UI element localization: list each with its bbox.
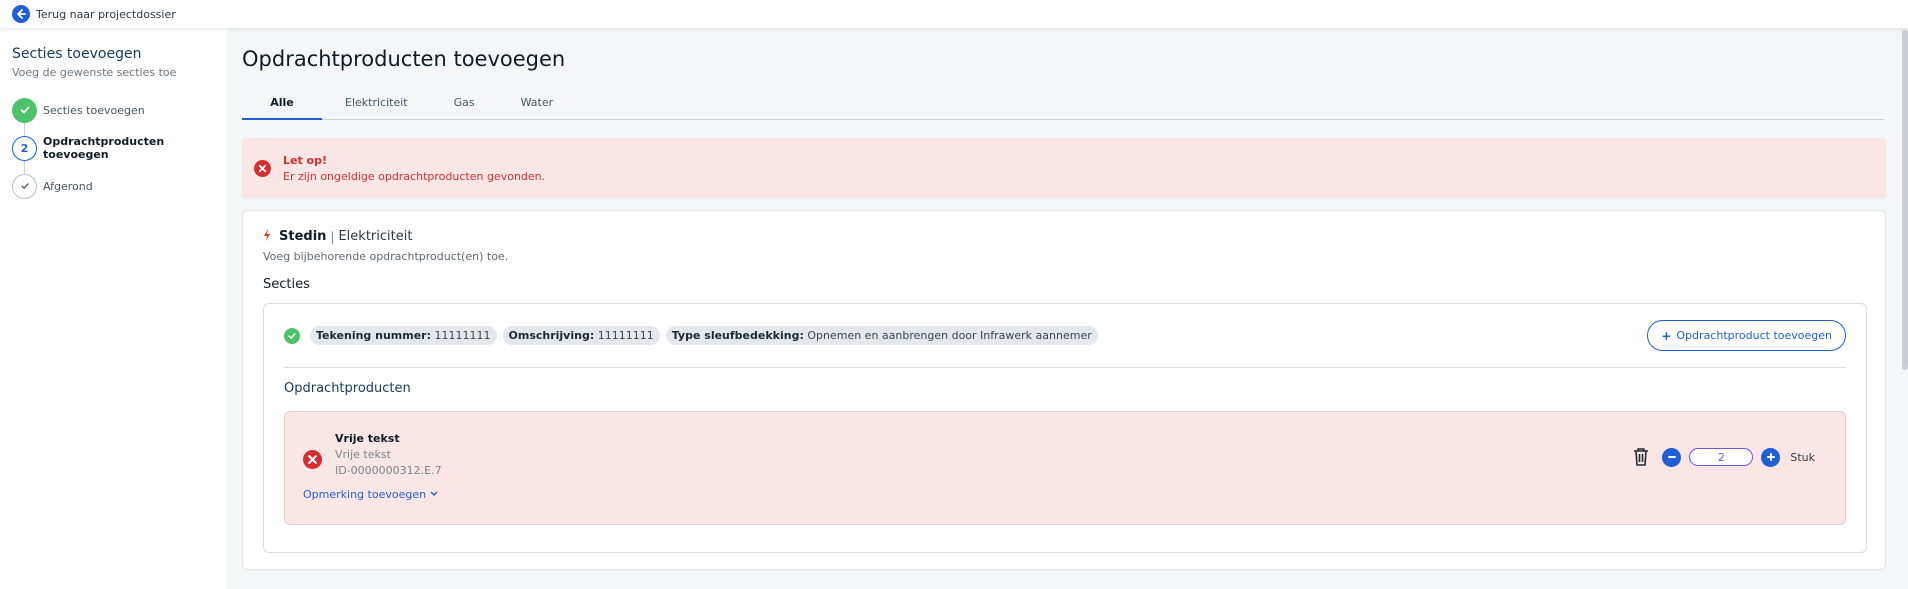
product-description: Vrije tekst — [335, 448, 391, 461]
sidebar-title: Secties toevoegen — [12, 46, 142, 62]
sidebar-subtitle: Voeg de gewenste secties toe — [12, 66, 177, 79]
quantity-input[interactable] — [1689, 448, 1754, 466]
step-list: Secties toevoegen 2 Opdrachtproducten to… — [12, 97, 215, 199]
wizard-sidebar: Secties toevoegen Voeg de gewenste secti… — [0, 28, 227, 589]
add-product-button[interactable]: + Opdrachtproduct toevoegen — [1647, 320, 1846, 351]
chip-tekening-nummer: Tekening nummer: 11111111 — [310, 326, 497, 345]
quantity-unit: Stuk — [1790, 450, 1815, 464]
product-id: ID-0000000312.E.7 — [335, 464, 442, 477]
decrease-quantity-button[interactable] — [1662, 447, 1682, 467]
error-alert: Let op! Er zijn ongeldige opdrachtproduc… — [242, 138, 1886, 198]
chip-omschrijving: Omschrijving: 11111111 — [502, 326, 660, 345]
top-bar: Terug naar projectdossier — [0, 0, 1908, 28]
network-operator-card: Stedin | Elektriciteit Voeg bijbehorende… — [242, 210, 1886, 570]
product-name: Vrije tekst — [335, 432, 400, 445]
step-opdrachtproducten-toevoegen[interactable]: 2 Opdrachtproducten toevoegen — [12, 135, 215, 161]
products-heading: Opdrachtproducten — [284, 381, 411, 396]
step-number: 2 — [12, 135, 37, 161]
trash-icon[interactable] — [1632, 447, 1650, 467]
tab-bar: Alle Elektriciteit Gas Water — [242, 93, 1884, 120]
check-icon — [12, 97, 37, 123]
check-icon — [12, 173, 37, 199]
step-label: Opdrachtproducten toevoegen — [43, 135, 165, 161]
product-row: Vrije tekst Vrije tekst ID-0000000312.E.… — [284, 411, 1846, 525]
lightning-bolt-icon — [263, 229, 271, 244]
step-afgerond: Afgerond — [12, 173, 215, 199]
scrollbar[interactable] — [1902, 30, 1908, 370]
step-label: Secties toevoegen — [43, 103, 145, 117]
error-icon — [303, 450, 322, 469]
section-item: Tekening nummer: 11111111 Omschrijving: … — [263, 303, 1867, 553]
tab-gas[interactable]: Gas — [431, 93, 498, 120]
separator: | — [330, 229, 335, 244]
company-name: Stedin — [279, 229, 327, 244]
step-label: Afgerond — [43, 179, 93, 193]
tab-alle[interactable]: Alle — [242, 93, 322, 120]
tab-water[interactable]: Water — [498, 93, 577, 120]
main-content: Opdrachtproducten toevoegen Alle Elektri… — [242, 28, 1886, 570]
chip-type-sleufbedekking: Type sleufbedekking: Opnemen en aanbreng… — [665, 326, 1098, 345]
plus-icon: + — [1661, 328, 1672, 343]
alert-message: Er zijn ongeldige opdrachtproducten gevo… — [283, 169, 546, 183]
step-secties-toevoegen[interactable]: Secties toevoegen — [12, 97, 215, 123]
increase-quantity-button[interactable] — [1761, 447, 1781, 467]
card-subtitle: Voeg bijbehorende opdrachtproduct(en) to… — [263, 250, 509, 263]
chevron-down-icon — [430, 490, 438, 500]
error-icon — [254, 159, 271, 177]
add-remark-toggle[interactable]: Opmerking toevoegen — [303, 488, 438, 501]
utility-type: Elektriciteit — [338, 229, 413, 244]
tab-elektriciteit[interactable]: Elektriciteit — [322, 93, 431, 120]
sections-heading: Secties — [263, 277, 310, 292]
page-title: Opdrachtproducten toevoegen — [242, 47, 566, 71]
alert-title: Let op! — [283, 153, 328, 167]
back-arrow-icon[interactable] — [12, 5, 30, 23]
back-link[interactable]: Terug naar projectdossier — [36, 8, 176, 21]
check-circle-icon — [284, 327, 300, 344]
